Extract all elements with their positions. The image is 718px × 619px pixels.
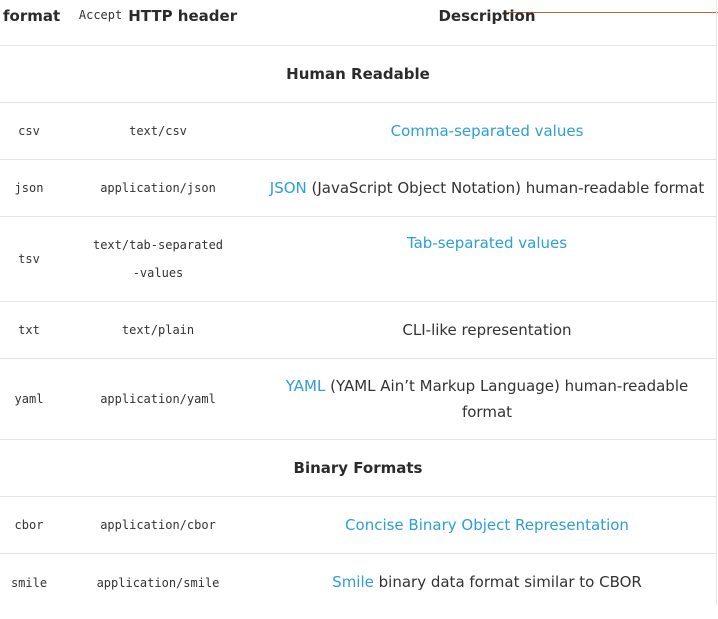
description-link[interactable]: JSON bbox=[270, 179, 307, 197]
table-row: smile application/smile Smile binary dat… bbox=[0, 554, 716, 611]
header-accept-code: Accept bbox=[78, 8, 123, 22]
http-header-value: application/smile bbox=[96, 575, 220, 590]
table-row: csv text/csv Comma-separated values bbox=[0, 103, 716, 160]
table-row: yaml application/yaml YAML (YAML Ain’t M… bbox=[0, 359, 716, 440]
format-code: json bbox=[14, 181, 44, 195]
header-http-label: HTTP header bbox=[128, 7, 238, 25]
description-link[interactable]: Comma-separated values bbox=[391, 122, 584, 140]
http-header-value: application/yaml bbox=[100, 392, 216, 406]
format-code: tsv bbox=[18, 252, 40, 266]
section-binary-formats: Binary Formats bbox=[0, 440, 716, 497]
section-human-readable: Human Readable bbox=[0, 46, 716, 103]
format-code: csv bbox=[18, 124, 40, 138]
right-border bbox=[716, 0, 717, 605]
header-format: format bbox=[3, 7, 61, 25]
format-code: yaml bbox=[14, 392, 44, 406]
http-header-value: application/json bbox=[100, 181, 216, 195]
table-row: cbor application/cbor Concise Binary Obj… bbox=[0, 497, 716, 554]
description-link[interactable]: Concise Binary Object Representation bbox=[345, 516, 629, 534]
description: Comma-separated values bbox=[391, 118, 584, 144]
description: Smile binary data format similar to CBOR bbox=[332, 569, 642, 595]
table-header: format Accept HTTP header Description bbox=[0, 0, 716, 46]
description-text: binary data format similar to CBOR bbox=[373, 573, 642, 591]
description: YAML (YAML Ain’t Markup Language) human-… bbox=[277, 373, 697, 425]
description-text: (JavaScript Object Notation) human-reada… bbox=[306, 179, 705, 197]
http-header-value: text/csv bbox=[129, 124, 187, 138]
table-row: tsv text/tab-separated-values Tab-separa… bbox=[0, 217, 716, 302]
description: Tab-separated values bbox=[407, 230, 567, 256]
http-header-value: text/tab-separated-values bbox=[92, 238, 224, 280]
description-link[interactable]: Smile bbox=[332, 573, 374, 591]
http-header-value: text/plain bbox=[121, 323, 195, 337]
header-description: Description bbox=[438, 7, 536, 25]
formats-table: format Accept HTTP header Description Hu… bbox=[0, 0, 716, 611]
description-link[interactable]: Tab-separated values bbox=[407, 234, 567, 252]
description-link[interactable]: YAML bbox=[286, 377, 326, 395]
description-text: CLI-like representation bbox=[402, 321, 572, 339]
format-code: smile bbox=[10, 575, 48, 590]
description-text: (YAML Ain’t Markup Language) human-reada… bbox=[325, 377, 689, 421]
format-code: txt bbox=[18, 323, 40, 337]
table-row: json application/json JSON (JavaScript O… bbox=[0, 160, 716, 217]
format-code: cbor bbox=[14, 518, 44, 532]
description: Concise Binary Object Representation bbox=[345, 512, 629, 538]
header-http: Accept HTTP header bbox=[58, 0, 258, 45]
http-header-value: application/cbor bbox=[100, 518, 216, 532]
description: JSON (JavaScript Object Notation) human-… bbox=[270, 175, 704, 201]
table-row: txt text/plain CLI-like representation bbox=[0, 302, 716, 359]
